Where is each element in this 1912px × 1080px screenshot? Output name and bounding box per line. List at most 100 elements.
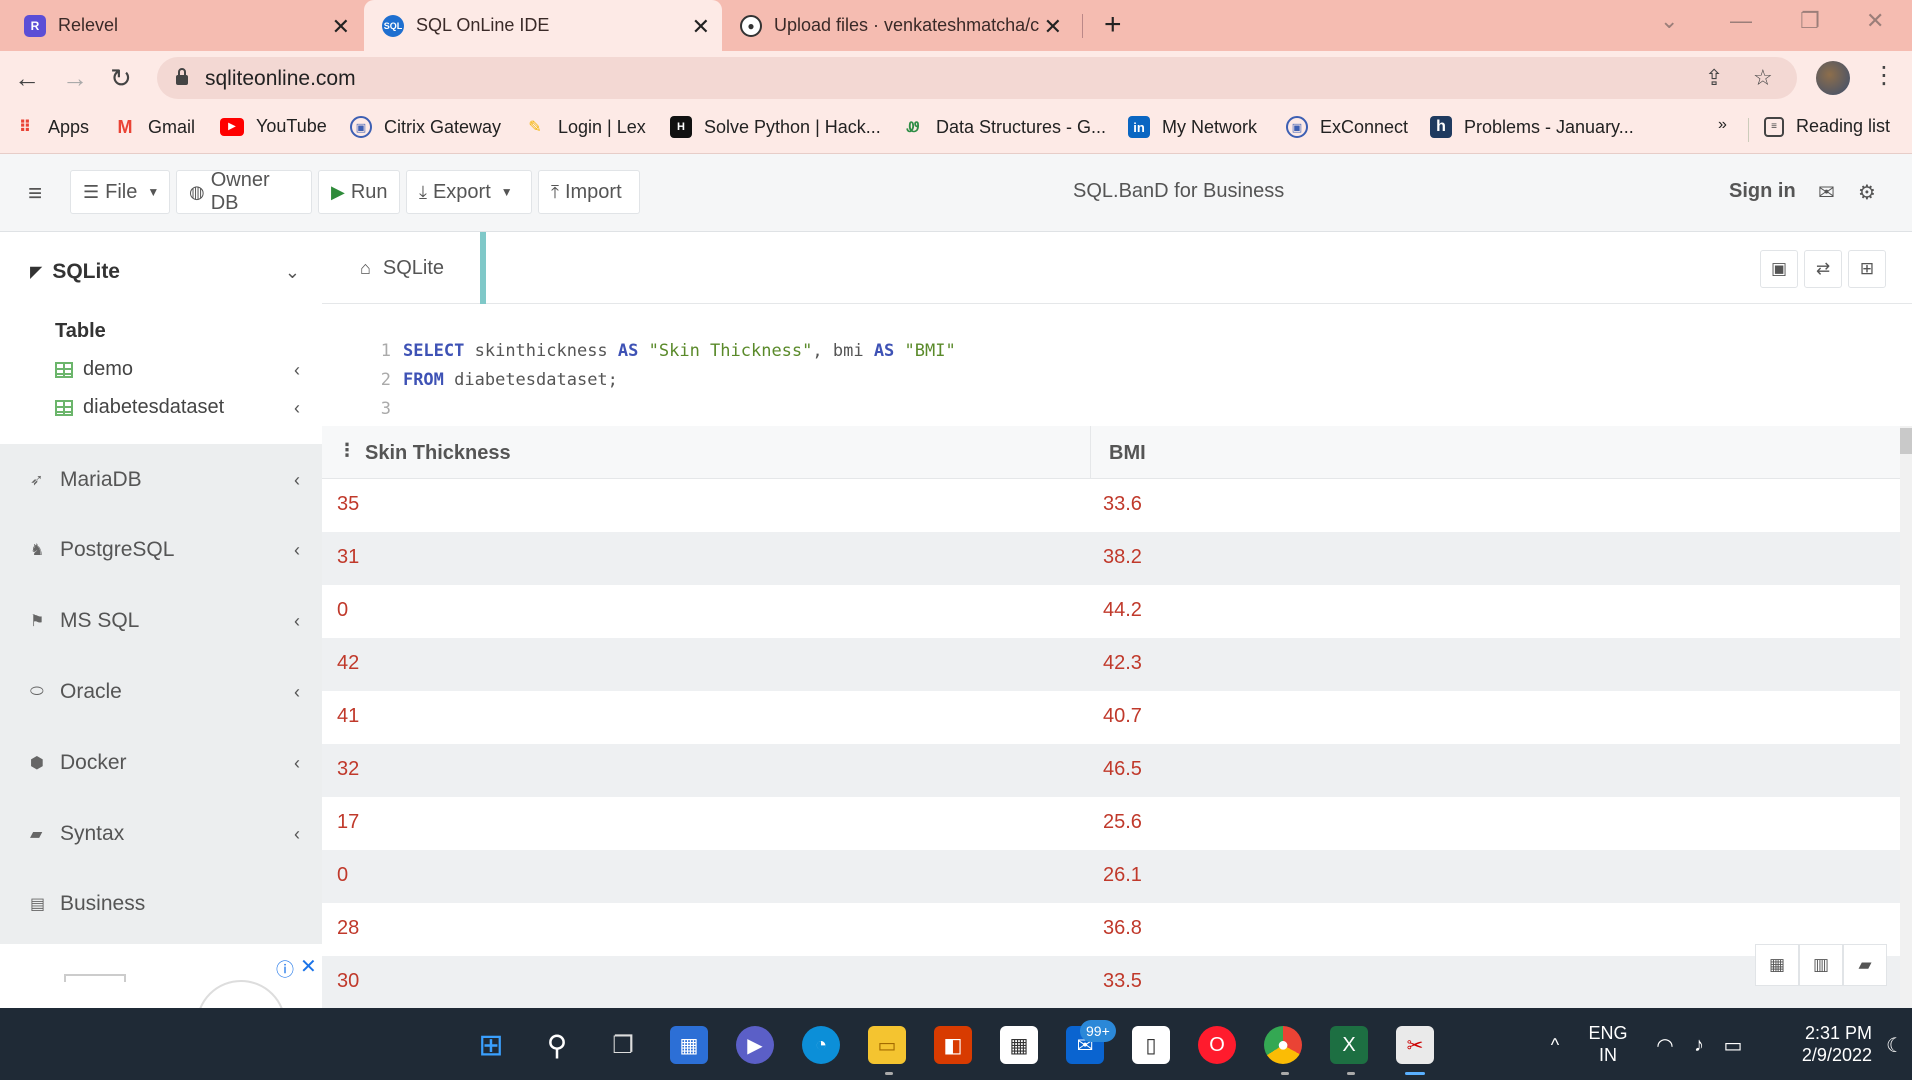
- battery-icon[interactable]: ▭: [1714, 1026, 1752, 1064]
- bookmark-exconnect[interactable]: ▣ ExConnect: [1286, 116, 1408, 138]
- export-menu-button[interactable]: ⤓ Export ▼: [406, 170, 532, 214]
- bookmark-my-network[interactable]: in My Network: [1128, 116, 1257, 138]
- table-row[interactable]: 42 42.3: [322, 638, 1900, 691]
- minimize-icon[interactable]: —: [1730, 8, 1752, 34]
- column-header-bmi[interactable]: BMI: [1109, 442, 1146, 465]
- search-icon[interactable]: ⚲: [538, 1026, 576, 1064]
- restore-icon[interactable]: ❐: [1800, 8, 1820, 34]
- chart-view-icon[interactable]: ▥: [1799, 944, 1843, 986]
- table-row[interactable]: 35 33.6: [322, 479, 1900, 532]
- tab-search-chevron-icon[interactable]: ⌄: [1660, 8, 1678, 34]
- back-icon[interactable]: ←: [14, 63, 40, 94]
- sidebar-item-oracle[interactable]: ⬭ Oracle: [30, 680, 122, 704]
- column-menu-icon[interactable]: ⋮: [338, 440, 356, 461]
- cell-bmi[interactable]: 25.6: [1103, 811, 1142, 834]
- save-icon[interactable]: ▣: [1760, 250, 1798, 288]
- sidebar-item-business[interactable]: ▤ Business: [30, 892, 145, 916]
- table-row[interactable]: 0 44.2: [322, 585, 1900, 638]
- close-tab-icon[interactable]: ✕: [692, 14, 710, 40]
- cell-bmi[interactable]: 46.5: [1103, 758, 1142, 781]
- language-indicator[interactable]: ENG IN: [1582, 1022, 1634, 1066]
- ad-info-icon[interactable]: ⓘ: [276, 956, 294, 982]
- ad-close-icon[interactable]: ✕: [300, 954, 317, 979]
- office-icon[interactable]: ◧: [934, 1026, 972, 1064]
- profile-avatar[interactable]: [1816, 61, 1850, 95]
- bookmark-youtube[interactable]: ▶ YouTube: [220, 116, 327, 137]
- forward-icon[interactable]: →: [62, 63, 88, 94]
- table-item-diabetesdataset[interactable]: diabetesdataset: [55, 396, 224, 419]
- cell-skin-thickness[interactable]: 17: [337, 811, 359, 834]
- browser-menu-icon[interactable]: ⋮: [1872, 61, 1896, 90]
- owner-db-button[interactable]: ◍ Owner DB: [176, 169, 312, 214]
- table-row[interactable]: 0 26.1: [322, 850, 1900, 903]
- cell-skin-thickness[interactable]: 31: [337, 546, 359, 569]
- chevron-left-icon[interactable]: ‹: [294, 398, 300, 419]
- sidebar-item-docker[interactable]: ⬢ Docker: [30, 751, 127, 775]
- reload-icon[interactable]: ↻: [110, 63, 132, 94]
- cell-bmi[interactable]: 36.8: [1103, 917, 1142, 940]
- cell-skin-thickness[interactable]: 41: [337, 705, 359, 728]
- address-bar[interactable]: sqliteonline.com ⇪ ☆: [157, 57, 1797, 99]
- table-row[interactable]: 31 38.2: [322, 532, 1900, 585]
- cell-bmi[interactable]: 33.5: [1103, 970, 1142, 993]
- chevron-left-icon[interactable]: ‹: [294, 470, 300, 491]
- sidebar-item-mssql[interactable]: ⚑ MS SQL: [30, 609, 139, 633]
- chevron-left-icon[interactable]: ‹: [294, 753, 300, 774]
- cell-skin-thickness[interactable]: 32: [337, 758, 359, 781]
- chevron-down-icon[interactable]: ⌄: [285, 262, 300, 283]
- tab-sql-online-ide[interactable]: SQL SQL OnLine IDE ✕: [364, 0, 722, 51]
- notepad-icon[interactable]: ▯: [1132, 1026, 1170, 1064]
- cell-skin-thickness[interactable]: 30: [337, 970, 359, 993]
- bookmark-gmail[interactable]: M Gmail: [114, 116, 196, 138]
- cell-bmi[interactable]: 26.1: [1103, 864, 1142, 887]
- cell-skin-thickness[interactable]: 35: [337, 493, 359, 516]
- snipping-tool-icon[interactable]: ✂: [1396, 1026, 1434, 1064]
- teams-chat-icon[interactable]: ▶: [736, 1026, 774, 1064]
- sidebar-item-mariadb[interactable]: ➶ MariaDB: [30, 468, 142, 492]
- widgets-icon[interactable]: ▦: [670, 1026, 708, 1064]
- run-button[interactable]: ▶ Run: [318, 170, 400, 214]
- bookmark-geeksforgeeks[interactable]: Ꮺ Data Structures - G...: [902, 116, 1106, 138]
- column-header-skin-thickness[interactable]: Skin Thickness: [365, 442, 511, 465]
- bookmark-hackerrank[interactable]: H Solve Python | Hack...: [670, 116, 881, 138]
- results-scrollbar[interactable]: [1900, 426, 1912, 1008]
- show-hidden-icons-chevron-icon[interactable]: ^: [1536, 1026, 1574, 1064]
- column-divider[interactable]: [1090, 426, 1091, 479]
- sidebar-item-syntax[interactable]: ▰ Syntax: [30, 822, 124, 846]
- new-tab-icon[interactable]: +: [1104, 8, 1122, 42]
- scrollbar-thumb[interactable]: [1900, 428, 1912, 454]
- sqlite-section-header[interactable]: ◤ SQLite: [30, 260, 120, 284]
- tab-sqlite[interactable]: ⌂ SQLite: [322, 232, 486, 304]
- notifications-icon[interactable]: ☾: [1876, 1026, 1912, 1064]
- cell-skin-thickness[interactable]: 42: [337, 652, 359, 675]
- share-icon[interactable]: ⇪: [1705, 65, 1723, 91]
- close-window-icon[interactable]: ✕: [1866, 8, 1884, 34]
- reading-list[interactable]: ≡ Reading list: [1764, 116, 1890, 137]
- import-button[interactable]: ⤒ Import: [538, 170, 640, 214]
- chevron-left-icon[interactable]: ‹: [294, 824, 300, 845]
- bookmark-star-icon[interactable]: ☆: [1753, 65, 1773, 91]
- table-row[interactable]: 41 40.7: [322, 691, 1900, 744]
- brand-link[interactable]: SQL.BanD for Business: [1073, 180, 1284, 203]
- wifi-icon[interactable]: ◠: [1646, 1026, 1684, 1064]
- chevron-left-icon[interactable]: ‹: [294, 611, 300, 632]
- cell-bmi[interactable]: 42.3: [1103, 652, 1142, 675]
- table-view-icon[interactable]: ▦: [1755, 944, 1799, 986]
- chevron-left-icon[interactable]: ‹: [294, 360, 300, 381]
- bookmark-citrix-gateway[interactable]: ▣ Citrix Gateway: [350, 116, 501, 138]
- mail-icon[interactable]: ✉: [1818, 180, 1835, 205]
- edge-icon[interactable]: ◔: [802, 1026, 840, 1064]
- tab-upload-files[interactable]: ● Upload files · venkateshmatcha/c ✕: [724, 0, 1076, 51]
- sign-in-link[interactable]: Sign in: [1729, 180, 1796, 203]
- cell-bmi[interactable]: 44.2: [1103, 599, 1142, 622]
- cell-bmi[interactable]: 40.7: [1103, 705, 1142, 728]
- clock[interactable]: 2:31 PM 2/9/2022: [1762, 1022, 1872, 1066]
- bookmark-problems[interactable]: h Problems - January...: [1430, 116, 1634, 138]
- close-tab-icon[interactable]: ✕: [1044, 14, 1062, 40]
- chrome-icon[interactable]: ●: [1264, 1026, 1302, 1064]
- hamburger-menu-icon[interactable]: ≡: [28, 180, 42, 208]
- notes-view-icon[interactable]: ▰: [1843, 944, 1887, 986]
- table-row[interactable]: 17 25.6: [322, 797, 1900, 850]
- close-tab-icon[interactable]: ✕: [332, 14, 350, 40]
- tab-resize-handle[interactable]: [480, 232, 486, 304]
